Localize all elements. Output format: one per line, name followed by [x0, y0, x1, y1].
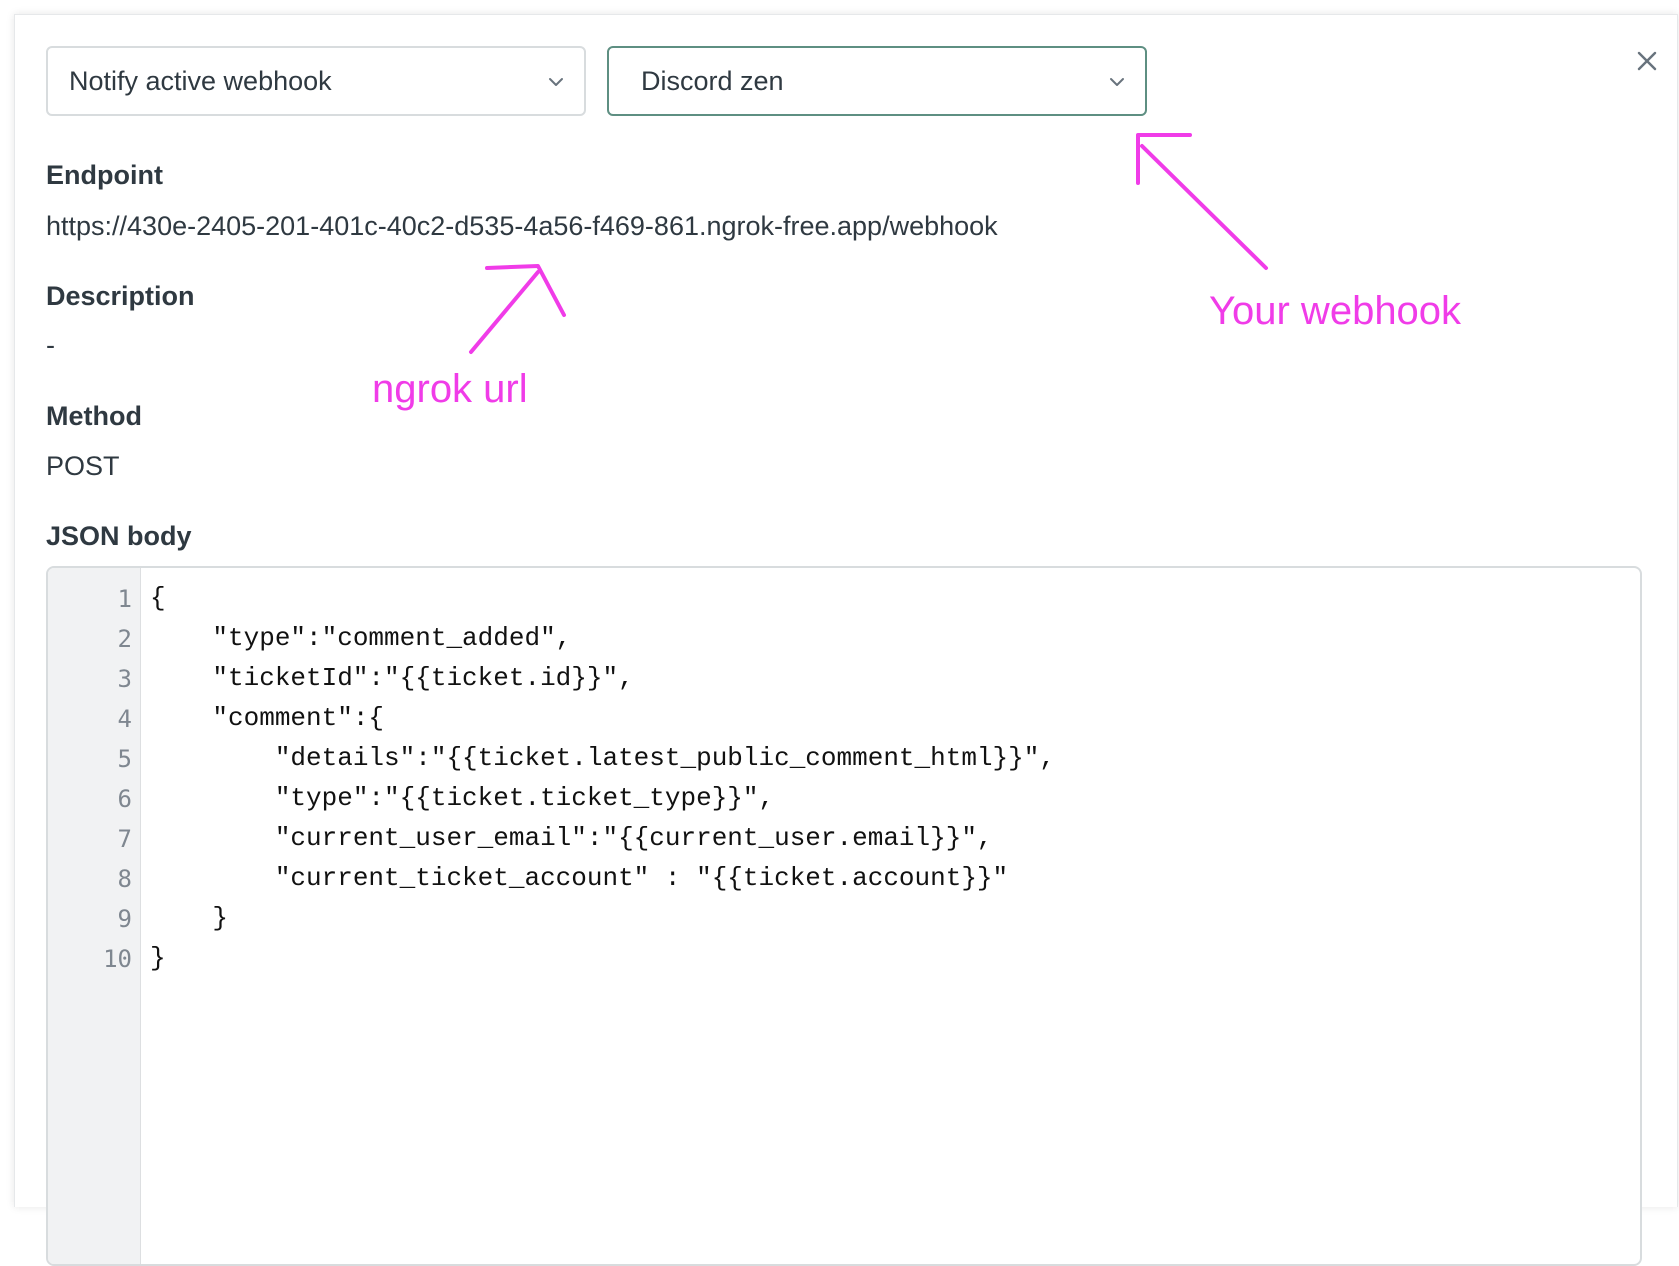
code-line: "type":"{{ticket.ticket_type}}", — [150, 783, 775, 813]
method-value: POST — [46, 451, 120, 481]
line-number: 4 — [117, 705, 132, 733]
code-line: } — [150, 943, 166, 973]
line-number: 6 — [117, 785, 132, 813]
line-number-gutter: 1 2 3 4 5 6 7 8 9 10 — [48, 568, 141, 1264]
line-number: 10 — [103, 945, 132, 973]
line-number: 8 — [117, 865, 132, 893]
close-icon — [1637, 51, 1657, 71]
json-body-editor[interactable]: 1 2 3 4 5 6 7 8 9 10 { "type":"comment_a… — [46, 566, 1642, 1266]
code-line: "current_ticket_account" : "{{ticket.acc… — [150, 863, 1009, 893]
method-label: Method — [46, 401, 142, 431]
code-line: "current_user_email":"{{current_user.ema… — [150, 823, 993, 853]
line-number: 9 — [117, 905, 132, 933]
endpoint-label: Endpoint — [46, 160, 163, 190]
description-value: - — [46, 330, 55, 360]
code-line: "ticketId":"{{ticket.id}}", — [150, 663, 634, 693]
chevron-down-icon — [1110, 78, 1124, 86]
chevron-down-icon — [549, 78, 563, 86]
webhook-select[interactable]: Discord zen — [607, 46, 1147, 116]
action-select[interactable]: Notify active webhook — [46, 46, 586, 116]
code-line: } — [150, 903, 229, 933]
description-label: Description — [46, 281, 195, 311]
line-number: 7 — [117, 825, 132, 853]
ngrok-url-annotation: ngrok url — [372, 367, 528, 411]
line-number: 3 — [117, 665, 132, 693]
line-number: 5 — [117, 745, 132, 773]
code-line: { — [150, 583, 166, 613]
action-select-value: Notify active webhook — [69, 66, 332, 96]
code-line: "type":"comment_added", — [150, 623, 572, 653]
webhook-select-value: Discord zen — [641, 66, 784, 96]
close-button[interactable] — [1633, 47, 1661, 75]
code-line: "comment":{ — [150, 703, 385, 733]
line-number: 2 — [117, 625, 132, 653]
your-webhook-annotation: Your webhook — [1209, 289, 1462, 333]
code-line: "details":"{{ticket.latest_public_commen… — [150, 743, 1055, 773]
endpoint-value: https://430e-2405-201-401c-40c2-d535-4a5… — [46, 211, 998, 241]
json-body-label: JSON body — [46, 521, 192, 551]
line-number: 1 — [117, 585, 132, 613]
